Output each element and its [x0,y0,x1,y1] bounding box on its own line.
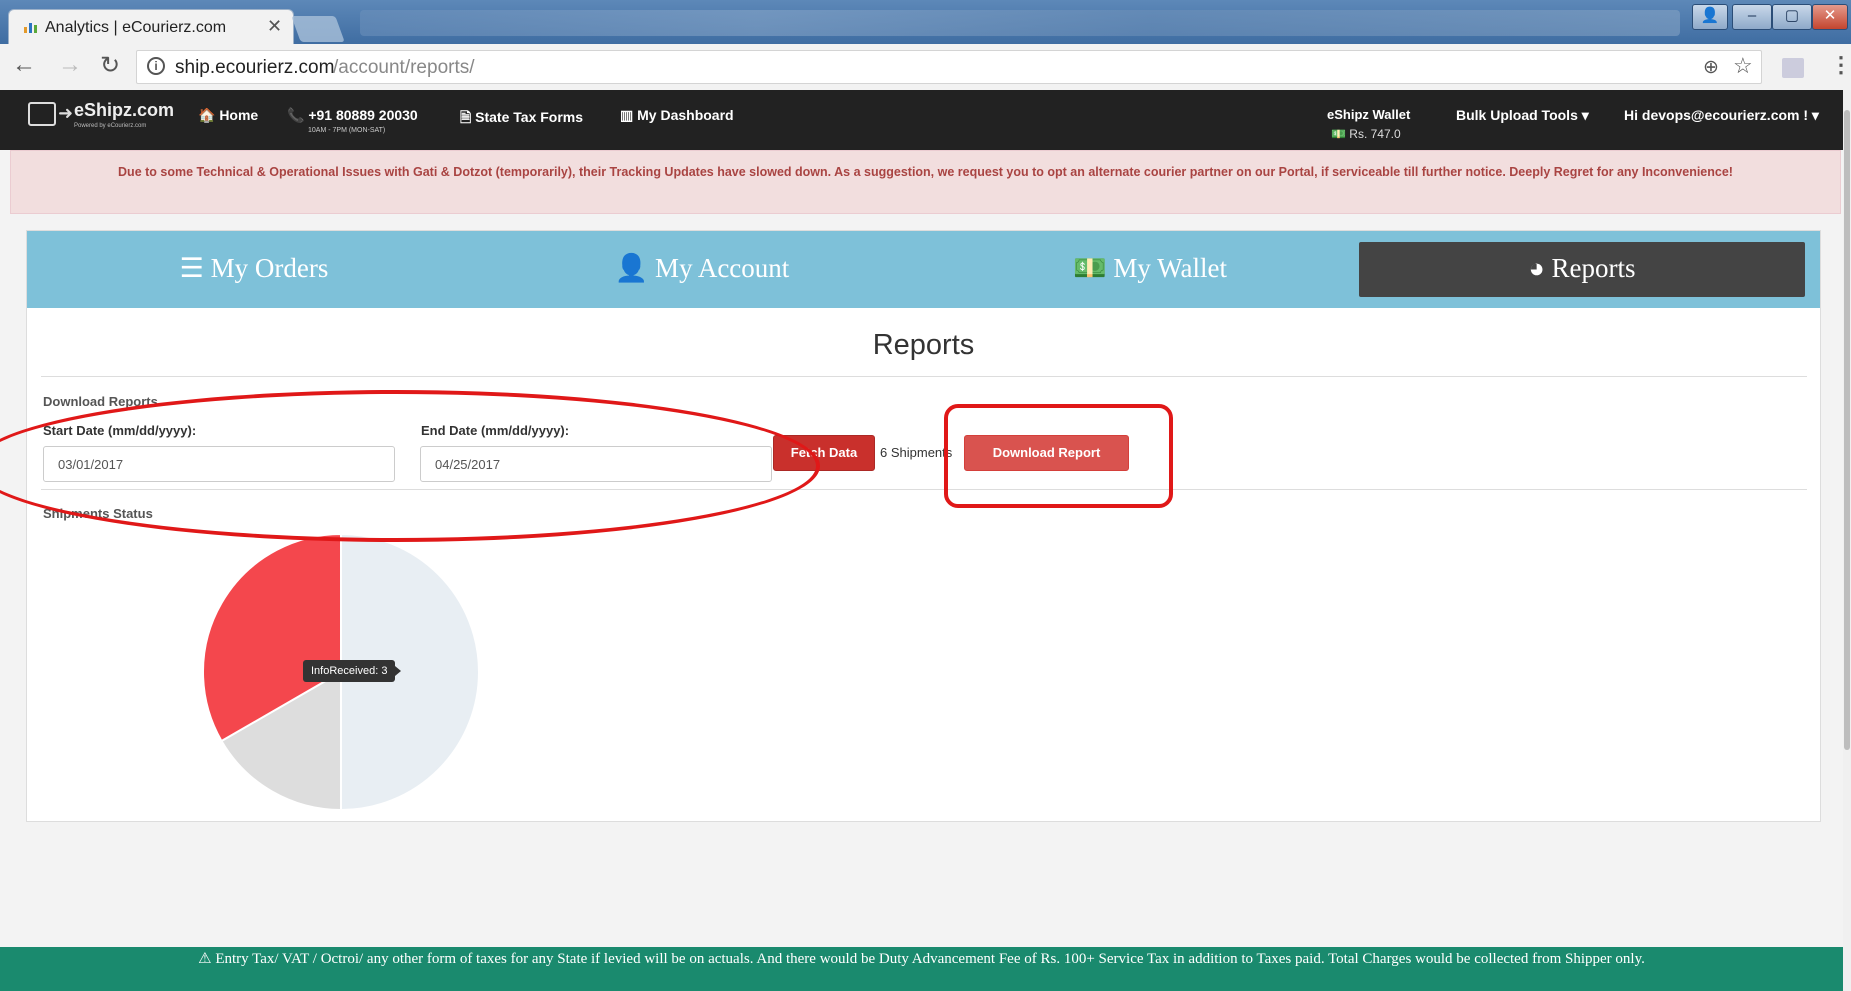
tab-close-icon[interactable]: ✕ [267,16,282,37]
other-windows-blurred [360,10,1680,36]
nav-home-link[interactable]: 🏠 Home [198,107,258,124]
logo-arrow-icon: ➜ [58,103,74,123]
back-arrow-icon[interactable]: ← [12,51,36,79]
user-menu-dropdown[interactable]: Hi devops@ecourierz.com ! ▾ [1624,107,1819,124]
profile-icon[interactable]: 👤 [1692,4,1728,30]
bulk-upload-dropdown[interactable]: Bulk Upload Tools ▾ [1456,107,1589,124]
address-bar[interactable]: i ship.ecourierz.com /account/reports/ ⊕… [136,50,1762,84]
forward-arrow-icon[interactable]: → [58,51,82,79]
tooltip-text: InfoReceived: 3 [311,665,388,677]
wallet-balance: 💵 Rs. 747.0 [1331,127,1401,141]
nav-phone[interactable]: 📞 +91 80889 20030 [287,107,418,124]
browser-tab-active[interactable]: Analytics | eCourierz.com ✕ [8,9,294,44]
shipments-count: 6 Shipments [880,445,953,460]
section-tab-bar: ☰ My Orders 👤 My Account 💵 My Wallet ◕ R… [27,231,1820,308]
tab-title: Analytics | eCourierz.com [45,19,227,36]
tab-my-wallet[interactable]: 💵 My Wallet [927,242,1373,297]
tax-notice-footer: ⚠ Entry Tax/ VAT / Octroi/ any other for… [0,947,1843,991]
tab-reports[interactable]: ◕ Reports [1359,242,1805,297]
minimize-icon[interactable]: – [1732,4,1772,30]
site-navbar: ➜ eShipz.com Powered by eCourierz.com 🏠 … [0,90,1843,150]
divider [41,376,1807,377]
alert-banner: Due to some Technical & Operational Issu… [10,150,1841,214]
phone-hours: 10AM - 7PM (MON-SAT) [308,127,386,134]
scrollbar-thumb[interactable] [1844,110,1850,750]
page-title: Reports [872,329,975,361]
bookmark-star-icon[interactable]: ☆ [1733,53,1753,79]
zoom-icon[interactable]: ⊕ [1703,56,1719,79]
nav-state-tax-forms-link[interactable]: 🗎 State Tax Forms [460,107,583,131]
site-favicon-icon [24,23,37,33]
annotation-ellipse [0,390,820,542]
tooltip-arrow [395,666,402,676]
new-tab-button[interactable] [291,16,345,42]
page-scrollbar[interactable] [1843,90,1851,991]
chart-tooltip: InfoReceived: 3 [303,660,402,682]
logo-subtitle: Powered by eCourierz.com [74,123,147,129]
site-info-icon[interactable]: i [147,57,165,75]
annotation-rectangle [944,404,1173,508]
nav-dashboard-link[interactable]: ▥ My Dashboard [620,107,734,124]
browser-menu-icon[interactable]: ⋮ [1830,52,1851,78]
browser-toolbar: ← → ↻ i ship.ecourierz.com /account/repo… [0,44,1851,91]
tab-my-orders[interactable]: ☰ My Orders [31,242,477,297]
wallet-link[interactable]: eShipz Wallet [1327,107,1410,122]
maximize-icon[interactable]: ▢ [1772,4,1812,30]
window-close-icon[interactable]: ✕ [1812,4,1848,30]
tab-my-account[interactable]: 👤 My Account [479,242,925,297]
logo-box-icon [28,102,56,126]
site-logo[interactable]: eShipz.com [74,100,174,121]
url-host: ship.ecourierz.com [175,57,335,78]
url-path: /account/reports/ [333,57,475,78]
browser-title-bar: Analytics | eCourierz.com ✕ 👤 – ▢ ✕ [0,0,1851,44]
reload-icon[interactable]: ↻ [100,51,120,80]
extension-icon[interactable] [1782,58,1804,78]
